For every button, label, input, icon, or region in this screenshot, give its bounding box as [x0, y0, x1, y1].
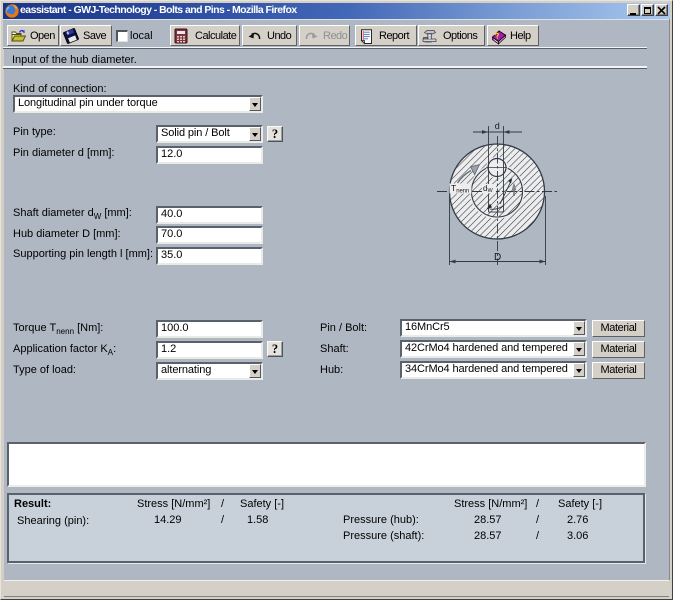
- svg-text:d: d: [495, 121, 500, 131]
- svg-text:D: D: [494, 252, 501, 263]
